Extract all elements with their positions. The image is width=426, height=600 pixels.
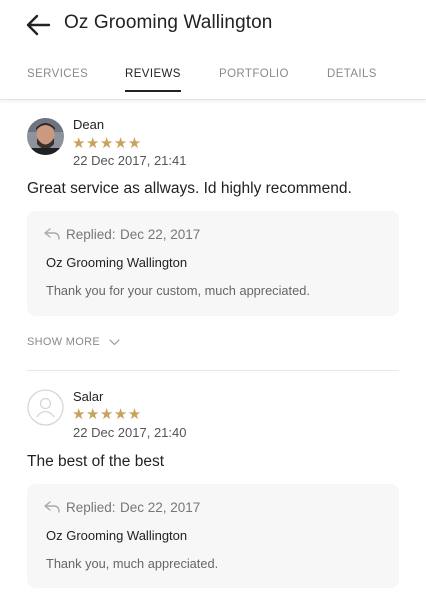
show-more-label: SHOW MORE	[27, 336, 100, 348]
tab-services[interactable]: SERVICES	[27, 68, 88, 80]
reply-author: Oz Grooming Wallington	[46, 528, 188, 543]
avatar	[27, 389, 64, 426]
reviewer-photo-icon	[27, 118, 64, 155]
reply-text: Thank you, much appreciated.	[46, 556, 219, 571]
avatar	[27, 118, 64, 155]
replied-label: Replied:	[66, 227, 116, 242]
tab-reviews[interactable]: REVIEWS	[125, 68, 181, 92]
replied-date: Dec 22, 2017	[120, 227, 201, 242]
page-title: Oz Grooming Wallington	[64, 12, 273, 33]
review-text: Great service as allways. Id highly reco…	[27, 180, 352, 197]
reply-icon	[44, 501, 60, 513]
tab-details[interactable]: DETAILS	[327, 68, 377, 80]
reply-author: Oz Grooming Wallington	[46, 255, 188, 270]
reply-icon	[44, 228, 60, 240]
star-rating: ★★★★★	[72, 406, 142, 423]
show-more-button[interactable]: SHOW MORE	[27, 336, 120, 348]
divider	[27, 370, 399, 371]
reply-text: Thank you for your custom, much apprecia…	[46, 283, 310, 298]
app-header: Oz Grooming Wallington	[0, 0, 426, 52]
tab-bar: SERVICES REVIEWS PORTFOLIO DETAILS	[0, 60, 426, 100]
replied-date: Dec 22, 2017	[120, 500, 201, 515]
review-date: 22 Dec 2017, 21:41	[73, 153, 187, 168]
review-text: The best of the best	[27, 453, 165, 470]
reply-box: Replied: Dec 22, 2017 Oz Grooming Wallin…	[27, 211, 399, 316]
replied-label: Replied:	[66, 500, 116, 515]
review-date: 22 Dec 2017, 21:40	[73, 425, 187, 440]
reviewer-name: Dean	[73, 117, 105, 132]
reply-box: Replied: Dec 22, 2017 Oz Grooming Wallin…	[27, 484, 399, 588]
chevron-down-icon	[109, 338, 120, 345]
star-rating: ★★★★★	[72, 135, 142, 152]
back-button[interactable]	[24, 12, 52, 38]
tab-portfolio[interactable]: PORTFOLIO	[219, 68, 289, 80]
reviewer-name: Salar	[73, 389, 104, 404]
arrow-left-icon	[26, 14, 51, 36]
user-placeholder-icon	[27, 389, 64, 426]
